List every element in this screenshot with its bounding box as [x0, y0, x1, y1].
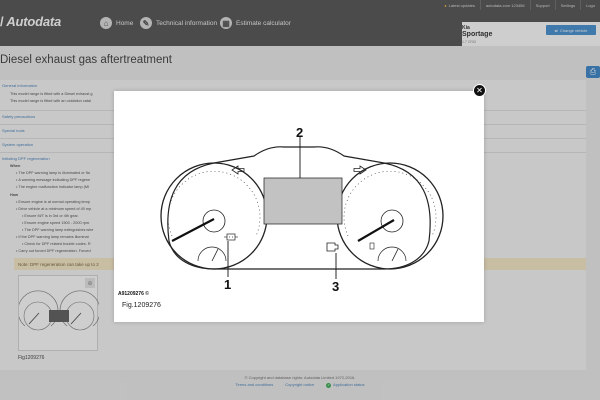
instrument-cluster-figure: 1 2 3 A91209276 © [118, 125, 444, 297]
dpf-warning-lamp [224, 233, 238, 241]
close-icon: ✕ [476, 86, 483, 95]
callout-3: 3 [332, 279, 339, 294]
callout-1: 1 [224, 277, 231, 292]
callout-2: 2 [296, 125, 303, 140]
figure-modal: 1 2 3 A91209276 © Fig.1209276 [114, 91, 484, 322]
engine-malfunction-lamp [326, 242, 339, 252]
close-modal-button[interactable]: ✕ [473, 84, 486, 97]
modal-caption: Fig.1209276 [122, 302, 161, 309]
figure-code: A91209276 © [118, 290, 149, 297]
